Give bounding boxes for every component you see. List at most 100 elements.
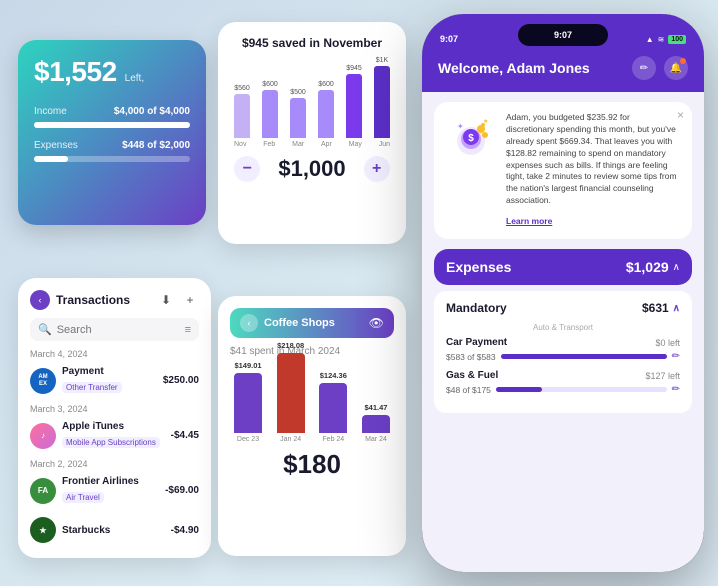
bar-mar: $500 — [290, 89, 306, 138]
savings-chart: $560 $600 $500 $600 $945 $1K — [232, 58, 392, 138]
transactions-card: ‹ Transactions ⬇ + 🔍 ≡ March 4, 2024 AME… — [18, 278, 211, 558]
search-icon: 🔍 — [38, 323, 52, 336]
download-icon[interactable]: ⬇ — [157, 291, 175, 309]
coffee-bar-feb: $124.36 Feb 24 — [319, 371, 347, 443]
signal-icon: ▲ — [646, 35, 654, 44]
avatar: FA — [30, 478, 56, 504]
bar-jun: $1K — [374, 57, 390, 138]
avatar: ★ — [30, 517, 56, 543]
avatar: AMEX — [30, 368, 56, 394]
mandatory-header: Mandatory $631 ∧ — [446, 301, 680, 315]
trans-date-2: March 3, 2024 — [30, 404, 199, 414]
gas-fuel-progress-bar — [496, 387, 667, 392]
trans-date-3: March 2, 2024 — [30, 459, 199, 469]
savings-control-value: $1,000 — [278, 156, 345, 182]
mandatory-chevron-icon[interactable]: ∧ — [673, 303, 680, 314]
close-button[interactable]: × — [677, 108, 684, 122]
edit-icon[interactable]: ✏ — [632, 56, 656, 80]
trans-date-1: March 4, 2024 — [30, 349, 199, 359]
coffee-bar-jan: $218.08 Jan 24 — [277, 341, 305, 443]
search-input[interactable] — [57, 324, 180, 336]
coffee-title: Coffee Shops — [264, 317, 335, 329]
transactions-actions: ⬇ + — [157, 291, 199, 309]
coffee-bar-dec: $149.01 Dec 23 — [234, 361, 262, 443]
expense-progress-bar — [34, 156, 68, 162]
phone-device: 9:07 ▲ ≋ 100 Welcome, Adam Jones ✏ 🔔 — [422, 14, 704, 572]
table-row: ♪ Apple iTunes Mobile App Subscriptions … — [30, 417, 199, 454]
savings-minus-button[interactable]: − — [234, 156, 260, 182]
advisory-learn-more[interactable]: Learn more — [506, 216, 552, 226]
coffee-chart: $149.01 Dec 23 $218.08 Jan 24 $124.36 Fe… — [230, 363, 394, 443]
phone-header: Welcome, Adam Jones ✏ 🔔 — [422, 50, 704, 92]
coffee-bar-mar: $41.47 Mar 24 — [362, 403, 390, 443]
coffee-subtitle: $41 spent in March 2024 — [230, 346, 394, 357]
notification-dot — [680, 58, 686, 64]
expenses-title: Expenses — [446, 259, 511, 275]
phone-header-icons: ✏ 🔔 — [632, 56, 688, 80]
expenses-chevron-icon[interactable]: ∧ — [673, 262, 680, 273]
income-label: Income — [34, 106, 67, 117]
expense-value: $448 of $2,000 — [122, 140, 190, 151]
coffee-card: ‹ Coffee Shops 👁 $41 spent in March 2024… — [218, 296, 406, 556]
advisory-card: $ ✦ ★ Adam, you budgeted $235.92 for dis… — [434, 102, 692, 239]
battery-indicator: 100 — [668, 35, 686, 44]
transactions-header: ‹ Transactions ⬇ + — [30, 290, 199, 310]
income-progress-bar — [34, 122, 190, 128]
auto-transport-label: Auto & Transport — [446, 323, 680, 332]
expense-label: Expenses — [34, 140, 78, 151]
notification-icon[interactable]: 🔔 — [664, 56, 688, 80]
coffee-header: ‹ Coffee Shops 👁 — [230, 308, 394, 338]
car-payment-edit-button[interactable]: ✏ — [672, 351, 680, 362]
phone-shell: 9:07 ▲ ≋ 100 Welcome, Adam Jones ✏ 🔔 — [422, 14, 704, 572]
car-payment-name: Car Payment — [446, 337, 507, 348]
bar-feb: $600 — [262, 81, 278, 138]
status-icons: ▲ ≋ 100 — [646, 35, 686, 44]
balance-label: Left, — [125, 73, 144, 84]
car-payment-progress-text: $583 of $583 — [446, 352, 496, 362]
eye-icon[interactable]: 👁 — [369, 316, 384, 330]
gas-fuel-name: Gas & Fuel — [446, 370, 498, 381]
svg-text:$: $ — [468, 133, 474, 144]
mandatory-section: Mandatory $631 ∧ Auto & Transport Car Pa… — [434, 291, 692, 413]
svg-text:★: ★ — [483, 118, 488, 125]
notch-time: 9:07 — [554, 30, 572, 40]
advisory-illustration: $ ✦ ★ — [446, 112, 496, 162]
avatar: ♪ — [30, 423, 56, 449]
bar-may: $945 — [346, 65, 362, 138]
phone-notch: 9:07 — [518, 24, 608, 46]
mandatory-title: Mandatory — [446, 301, 507, 315]
savings-title: $945 saved in November — [232, 36, 392, 50]
balance-amount: $1,552 — [34, 56, 117, 88]
gas-fuel-left: $127 left — [645, 371, 680, 381]
advisory-text: Adam, you budgeted $235.92 for discretio… — [506, 112, 680, 207]
expenses-header: Expenses $1,029 ∧ — [446, 259, 680, 275]
bar-nov: $560 — [234, 85, 250, 138]
wifi-icon: ≋ — [658, 35, 665, 44]
transactions-back-button[interactable]: ‹ — [30, 290, 50, 310]
savings-plus-button[interactable]: + — [364, 156, 390, 182]
car-payment-progress-bar — [501, 354, 667, 359]
table-row: FA Frontier Airlines Air Travel -$69.00 — [30, 472, 199, 509]
gas-fuel-edit-button[interactable]: ✏ — [672, 384, 680, 395]
gas-fuel-progress-text: $48 of $175 — [446, 385, 491, 395]
coffee-back-button[interactable]: ‹ — [240, 314, 258, 332]
expenses-amount: $1,029 — [626, 259, 669, 275]
table-row: AMEX Payment Other Transfer $250.00 — [30, 362, 199, 399]
coffee-total: $180 — [230, 449, 394, 480]
bar-apr: $600 — [318, 81, 334, 138]
car-payment-left: $0 left — [655, 338, 680, 348]
table-row: ★ Starbucks -$4.90 — [30, 513, 199, 547]
mandatory-amount: $631 ∧ — [642, 301, 680, 315]
svg-text:✦: ✦ — [457, 122, 464, 131]
phone-content: $ ✦ ★ Adam, you budgeted $235.92 for dis… — [422, 92, 704, 568]
welcome-text: Welcome, Adam Jones — [438, 60, 590, 76]
search-bar[interactable]: 🔍 ≡ — [30, 318, 199, 341]
chart-x-axis: Nov Feb Mar Apr May Jun — [232, 138, 392, 148]
expense-item-gas: Gas & Fuel $127 left $48 of $175 ✏ — [446, 370, 680, 395]
filter-icon[interactable]: ≡ — [185, 324, 191, 336]
transactions-title: Transactions — [56, 293, 130, 307]
expenses-card: Expenses $1,029 ∧ — [434, 249, 692, 285]
phone-screen: 9:07 ▲ ≋ 100 Welcome, Adam Jones ✏ 🔔 — [422, 14, 704, 572]
expense-item-car: Car Payment $0 left $583 of $583 ✏ — [446, 337, 680, 362]
add-icon[interactable]: + — [181, 291, 199, 309]
